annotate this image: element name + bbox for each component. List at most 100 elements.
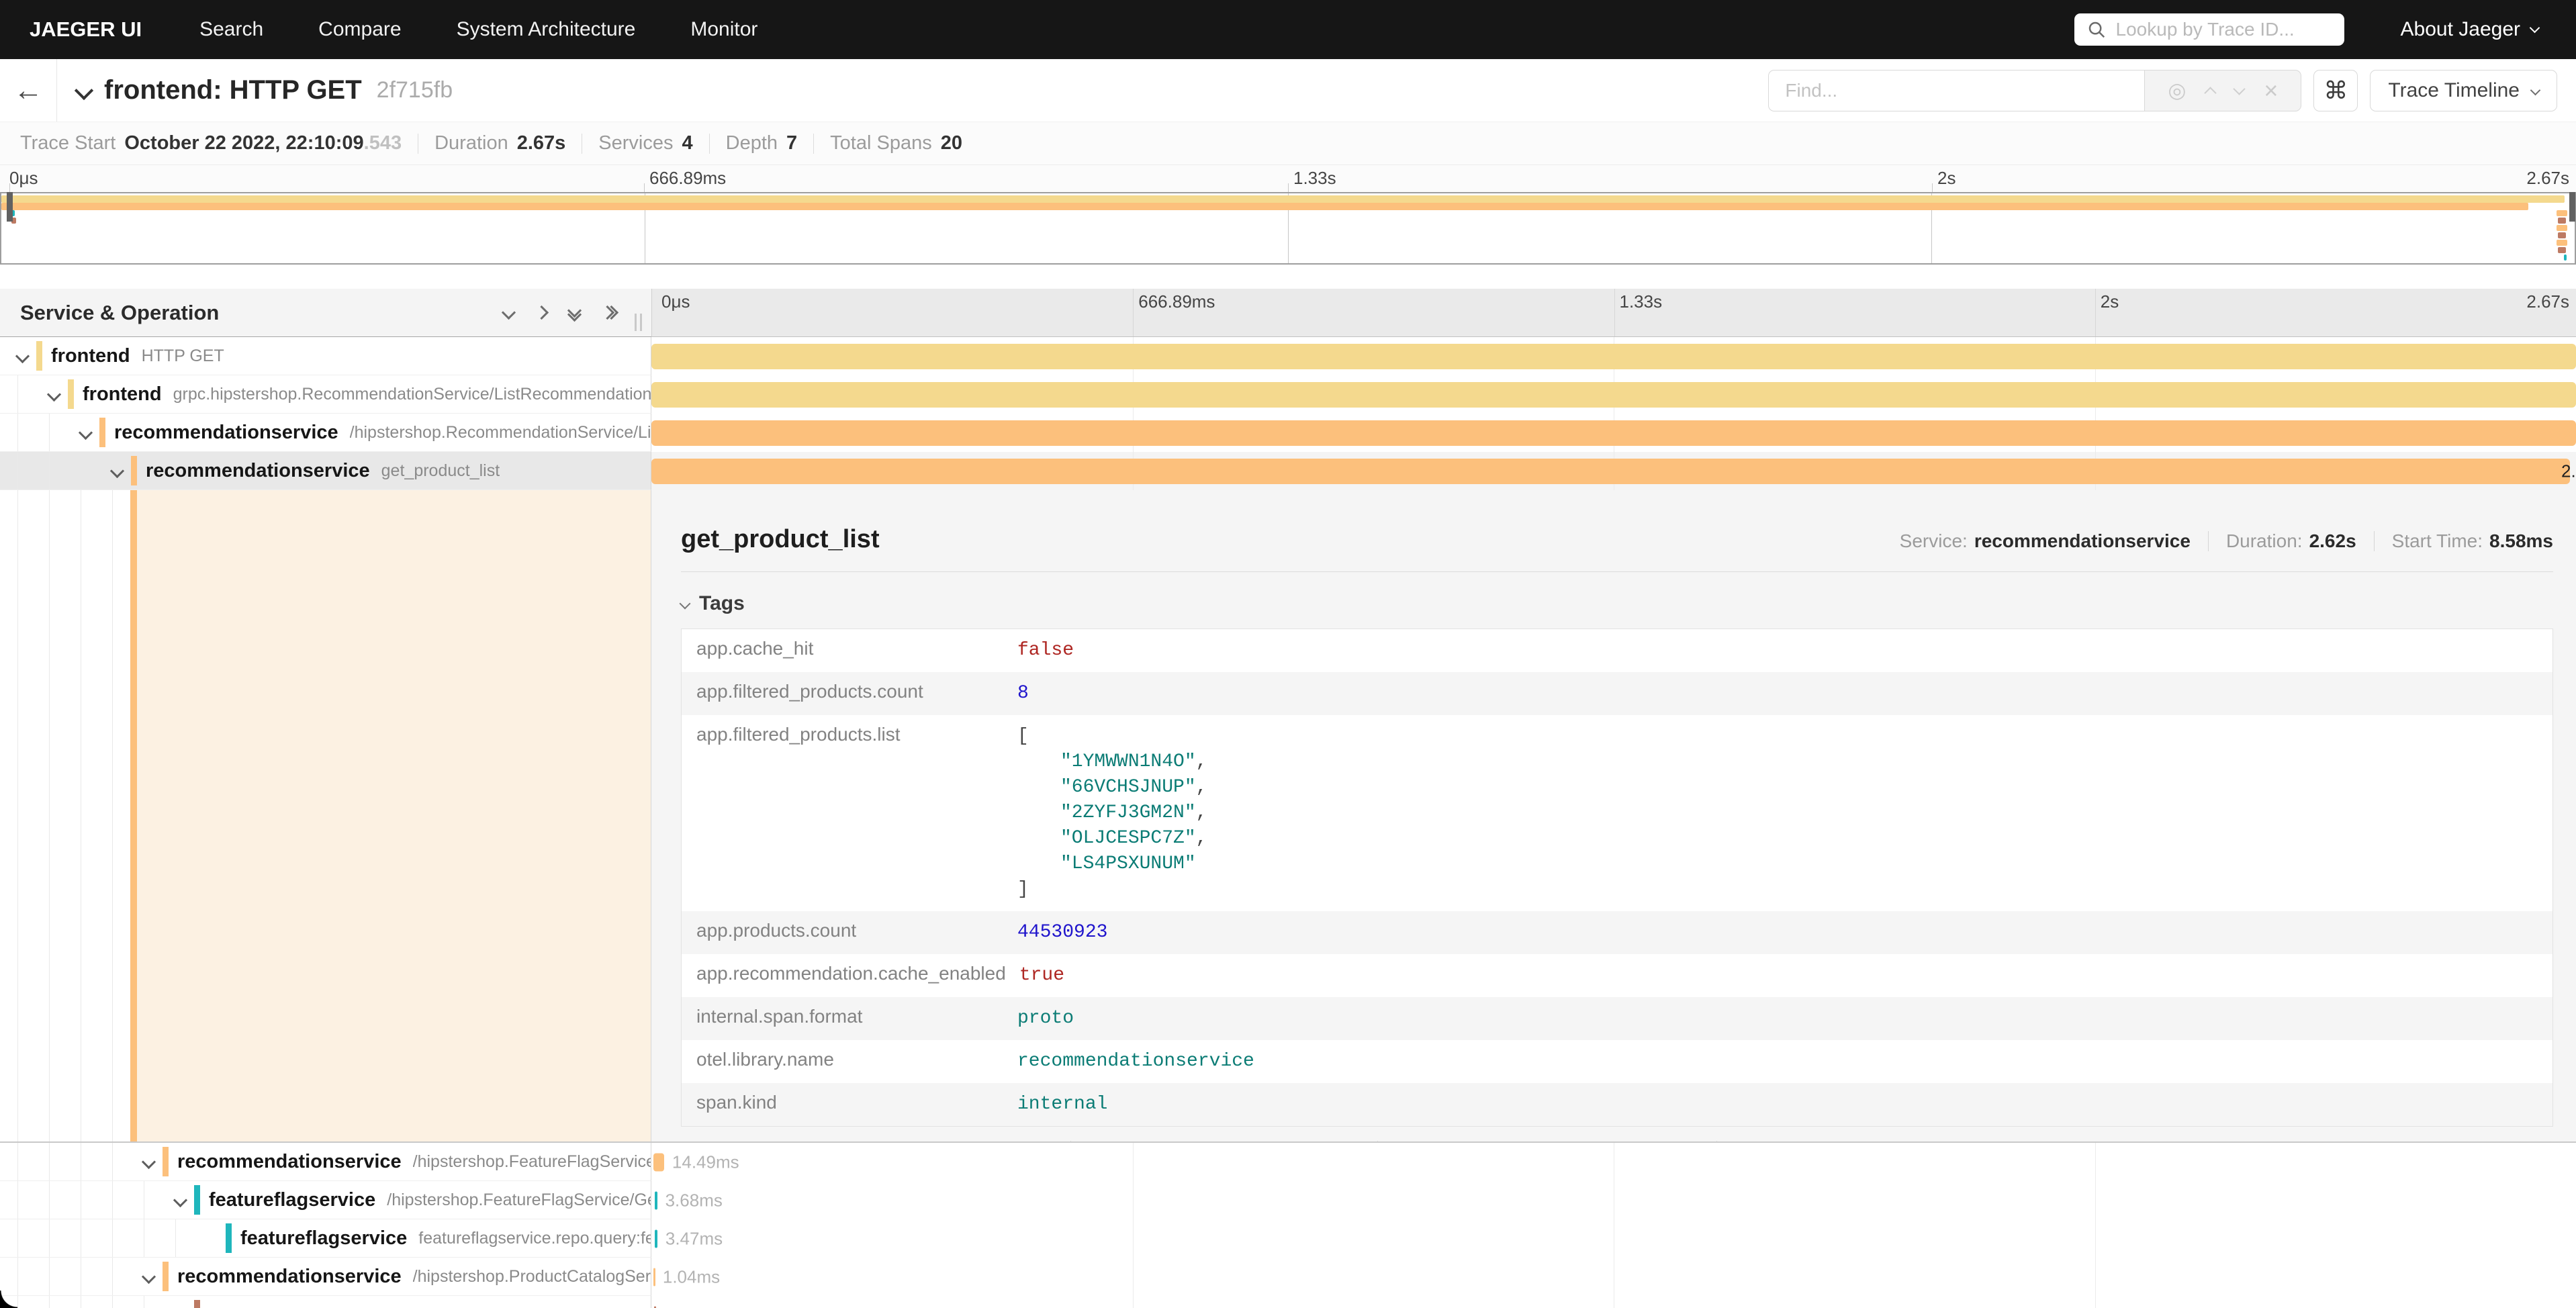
minimap-span-bar bbox=[2557, 210, 2567, 216]
collapse-all-icon[interactable] bbox=[569, 306, 580, 320]
tags-section-toggle[interactable]: Tags bbox=[681, 592, 2553, 615]
tag-row[interactable]: otel.library.namerecommendationservice bbox=[682, 1040, 2552, 1083]
chevron-down-icon bbox=[2530, 22, 2540, 33]
process-tag-equals: = bbox=[979, 1140, 990, 1141]
tags-section-label: Tags bbox=[699, 592, 745, 615]
indent-guide bbox=[49, 490, 50, 1141]
chevron-down-icon[interactable] bbox=[2234, 83, 2246, 95]
span-toggle-chevron[interactable] bbox=[144, 1272, 161, 1282]
nav-item-compare[interactable]: Compare bbox=[318, 18, 401, 41]
span-name-cell[interactable]: featureflagservicefeatureflagservice.rep… bbox=[0, 1219, 651, 1258]
collapse-one-icon[interactable] bbox=[504, 308, 514, 318]
nav-item-monitor[interactable]: Monitor bbox=[690, 18, 757, 41]
span-timeline-cell[interactable] bbox=[651, 375, 2576, 414]
trace-id-search[interactable] bbox=[2074, 13, 2344, 46]
service-value: recommendationservice bbox=[1974, 530, 2191, 552]
back-button[interactable]: ← bbox=[0, 59, 56, 122]
clear-icon[interactable]: × bbox=[2264, 79, 2278, 103]
tag-row[interactable]: span.kindinternal bbox=[682, 1083, 2552, 1126]
span-toggle-chevron[interactable] bbox=[17, 351, 35, 361]
span-name-cell[interactable] bbox=[0, 1296, 651, 1308]
span-row[interactable]: frontendHTTP GET bbox=[0, 337, 2576, 375]
nav-item-search[interactable]: Search bbox=[199, 18, 263, 41]
tag-key: app.filtered_products.list bbox=[682, 715, 1004, 911]
span-row[interactable]: frontendgrpc.hipstershop.RecommendationS… bbox=[0, 375, 2576, 414]
process-label: Process: bbox=[698, 1140, 778, 1141]
span-service-name: featureflagservice bbox=[209, 1189, 375, 1211]
span-duration-bar[interactable] bbox=[651, 420, 2576, 446]
indent-guide bbox=[175, 1219, 176, 1257]
span-name-cell[interactable]: recommendationservice/hipstershop.Produc… bbox=[0, 1258, 651, 1296]
column-resize-grip[interactable] bbox=[635, 314, 642, 331]
span-toggle-chevron[interactable] bbox=[144, 1157, 161, 1167]
span-duration-bar[interactable] bbox=[655, 1191, 657, 1209]
timeline-gridline bbox=[1133, 1258, 1134, 1296]
tag-list-comma: , bbox=[1196, 751, 1207, 772]
span-timeline-cell[interactable] bbox=[651, 1296, 2576, 1308]
tag-row[interactable]: app.filtered_products.list["1YMWWN1N4O",… bbox=[682, 715, 2552, 911]
app-logo[interactable]: JAEGER UI bbox=[30, 17, 142, 42]
span-name-cell[interactable]: recommendationservice/hipstershop.Recomm… bbox=[0, 414, 651, 452]
span-name-cell[interactable]: frontendHTTP GET bbox=[0, 337, 651, 375]
service-operation-header: Service & Operation bbox=[0, 289, 651, 337]
tag-row[interactable]: app.products.count44530923 bbox=[682, 911, 2552, 954]
trace-id-search-input[interactable] bbox=[2116, 19, 2332, 40]
tag-key: internal.span.format bbox=[682, 997, 1004, 1040]
collapse-trace-chevron-icon[interactable] bbox=[75, 81, 93, 99]
tag-row[interactable]: internal.span.formatproto bbox=[682, 997, 2552, 1040]
tag-row[interactable]: app.filtered_products.count8 bbox=[682, 672, 2552, 715]
span-name-cell[interactable]: featureflagservice/hipstershop.FeatureFl… bbox=[0, 1181, 651, 1219]
trace-minimap[interactable] bbox=[0, 192, 2576, 265]
tag-row[interactable]: app.cache_hitfalse bbox=[682, 629, 2552, 672]
span-duration-bar[interactable] bbox=[653, 1268, 655, 1286]
search-icon bbox=[2086, 19, 2107, 40]
minimap-right-handle[interactable] bbox=[2569, 192, 2575, 222]
expand-all-icon[interactable] bbox=[602, 308, 616, 318]
span-toggle-chevron[interactable] bbox=[81, 428, 98, 438]
indent-guide bbox=[112, 1181, 113, 1219]
timeline-gridline bbox=[2095, 1181, 2096, 1219]
indent-guide bbox=[49, 1143, 50, 1180]
span-timeline-cell[interactable]: 3.47ms bbox=[651, 1219, 2576, 1258]
span-name-cell[interactable]: recommendationservice/hipstershop.Featur… bbox=[0, 1143, 651, 1181]
span-timeline-cell[interactable]: 3.68ms bbox=[651, 1181, 2576, 1219]
span-row[interactable]: featureflagservicefeatureflagservice.rep… bbox=[0, 1219, 2576, 1258]
process-section-toggle[interactable]: Process: telemetry.auto.version=0.34b0te… bbox=[681, 1140, 2553, 1141]
minimap-left-handle[interactable] bbox=[7, 192, 13, 222]
span-duration-bar[interactable] bbox=[651, 344, 2576, 369]
span-timeline-cell[interactable] bbox=[651, 337, 2576, 375]
tag-row[interactable]: app.recommendation.cache_enabledtrue bbox=[682, 954, 2552, 997]
span-row[interactable] bbox=[0, 1296, 2576, 1308]
trace-view-selector[interactable]: Trace Timeline bbox=[2370, 70, 2557, 111]
span-duration-bar[interactable] bbox=[651, 459, 2570, 484]
expand-one-icon[interactable] bbox=[537, 308, 547, 318]
indent-guide bbox=[17, 1219, 18, 1257]
span-timeline-cell[interactable]: 1.04ms bbox=[651, 1258, 2576, 1296]
find-input[interactable] bbox=[1768, 70, 2144, 111]
span-duration-bar[interactable] bbox=[653, 1153, 663, 1171]
span-row[interactable]: recommendationservice/hipstershop.Recomm… bbox=[0, 414, 2576, 452]
span-row[interactable]: recommendationservice/hipstershop.Produc… bbox=[0, 1258, 2576, 1296]
tag-value: 44530923 bbox=[1004, 911, 2552, 954]
chevron-up-icon[interactable] bbox=[2205, 87, 2217, 99]
trace-id-short: 2f715fb bbox=[377, 77, 453, 103]
span-duration-bar[interactable] bbox=[651, 382, 2576, 408]
about-jaeger-menu[interactable]: About Jaeger bbox=[2401, 18, 2538, 41]
span-row[interactable]: recommendationservice/hipstershop.Featur… bbox=[0, 1143, 2576, 1181]
span-timeline-cell[interactable] bbox=[651, 414, 2576, 452]
span-toggle-chevron[interactable] bbox=[49, 389, 66, 400]
span-duration-label: 14.49ms bbox=[672, 1152, 739, 1172]
keyboard-shortcuts-button[interactable]: ⌘ bbox=[2313, 70, 2358, 111]
span-timeline-cell[interactable]: 14.49ms bbox=[651, 1143, 2576, 1181]
span-toggle-chevron[interactable] bbox=[175, 1195, 193, 1205]
span-name-cell[interactable]: frontendgrpc.hipstershop.RecommendationS… bbox=[0, 375, 651, 414]
nav-item-system-architecture[interactable]: System Architecture bbox=[457, 18, 636, 41]
tag-list-item: "66VCHSJNUP", bbox=[1017, 775, 2539, 800]
span-toggle-chevron[interactable] bbox=[112, 466, 130, 476]
focus-icon[interactable]: ◎ bbox=[2168, 80, 2186, 101]
span-name-cell[interactable]: recommendationserviceget_product_list bbox=[0, 452, 651, 490]
span-row[interactable]: recommendationserviceget_product_list2.6… bbox=[0, 452, 2576, 490]
span-timeline-cell[interactable]: 2.62s bbox=[651, 452, 2576, 490]
span-row[interactable]: featureflagservice/hipstershop.FeatureFl… bbox=[0, 1181, 2576, 1219]
span-duration-bar[interactable] bbox=[655, 1229, 657, 1248]
